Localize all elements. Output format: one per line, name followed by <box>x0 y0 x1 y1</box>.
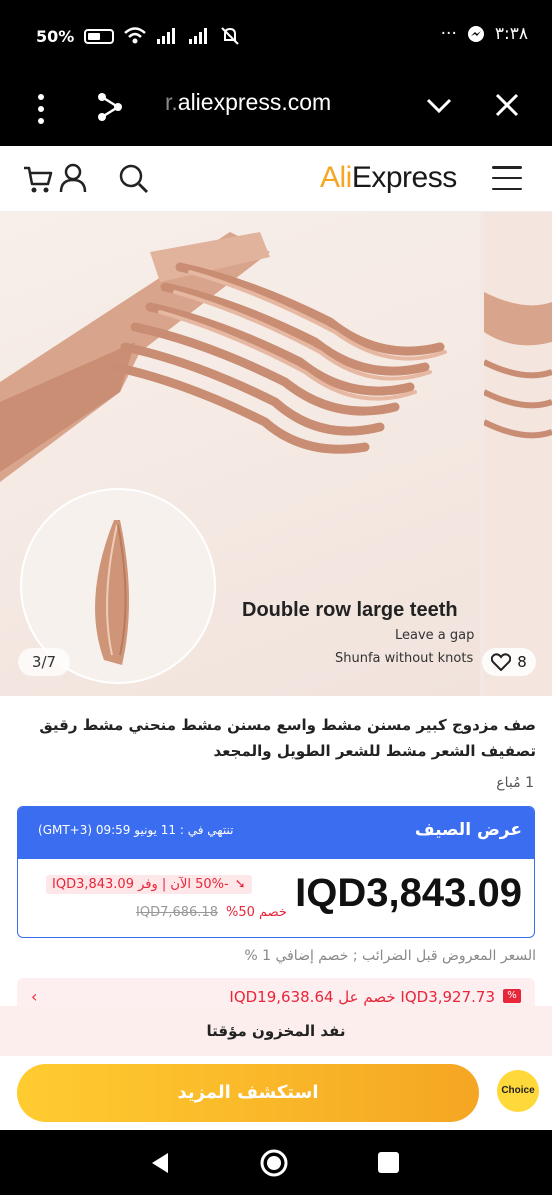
battery-percent: 50% <box>36 26 75 46</box>
original-price-row: خصم 50% IQD7,686.18 <box>136 905 287 920</box>
coupon-tag-icon: % <box>503 989 521 1003</box>
bottom-action-bar: استكشف المزيد Choice <box>0 1056 552 1130</box>
deal-name: عرض الصيف <box>414 820 522 840</box>
product-title: صف مزدوج كبير مسنن مشط واسع مسنن مشط منح… <box>39 716 536 760</box>
messenger-icon <box>467 26 484 42</box>
more-notifications: ··· <box>440 24 457 44</box>
savings-badge: ➘ -50% الآن | وفر IQD3,843.09 <box>46 875 252 894</box>
mute-bell-icon <box>221 27 240 45</box>
comb-image-next <box>484 292 552 439</box>
original-price: IQD7,686.18 <box>136 905 218 920</box>
status-right: ··· ٣:٣٨ <box>441 24 528 44</box>
logo-suffix: Express <box>351 161 457 194</box>
recent-apps-icon[interactable] <box>378 1152 399 1173</box>
url-field[interactable]: r.aliexpress.com <box>165 89 331 116</box>
savings-text: -50% الآن | وفر IQD3,843.09 <box>52 877 229 892</box>
current-price: IQD3,843.09 <box>295 871 522 915</box>
home-icon[interactable] <box>259 1148 289 1178</box>
url-text: aliexpress.com <box>177 89 332 115</box>
status-bar: 50% ··· ٣:٣٨ <box>0 0 552 76</box>
aliexpress-logo[interactable]: AliExpress <box>320 161 457 195</box>
search-icon[interactable] <box>118 163 150 195</box>
share-icon[interactable] <box>95 90 125 124</box>
explore-more-button[interactable]: استكشف المزيد <box>17 1064 479 1122</box>
tax-note: السعر المعروض قبل الضرائب ; خصم إضافي 1 … <box>244 948 536 964</box>
discount-label: خصم 50% <box>225 905 287 920</box>
chevron-down-icon[interactable] <box>425 96 453 116</box>
signal-icon <box>157 28 176 44</box>
next-gallery-image[interactable] <box>484 212 552 696</box>
out-of-stock-banner: نفد المخزون مؤقتا <box>0 1006 552 1056</box>
browser-toolbar: r.aliexpress.com <box>0 76 552 146</box>
back-icon[interactable] <box>150 1152 170 1174</box>
system-nav-bar <box>0 1130 552 1195</box>
wifi-icon <box>124 27 147 44</box>
url-prefix: r. <box>165 89 178 115</box>
site-header: AliExpress <box>0 146 552 212</box>
product-gallery[interactable]: Double row large teeth Leave a gap Shunf… <box>0 212 552 696</box>
battery-icon <box>84 28 115 44</box>
choice-badge[interactable]: Choice <box>497 1070 539 1112</box>
caption-line-1: Leave a gap <box>395 628 475 643</box>
down-arrow-icon: ➘ <box>234 877 246 892</box>
logo-prefix: Ali <box>320 161 352 194</box>
cart-icon[interactable] <box>22 164 54 194</box>
close-icon[interactable] <box>494 92 520 118</box>
coupon-text: IQD3,927.73 خصم عل IQD19,638.64 <box>229 988 495 1006</box>
caption-title: Double row large teeth <box>242 599 458 621</box>
wishlist-button[interactable]: 8 <box>482 648 536 676</box>
wishlist-count: 8 <box>517 653 527 671</box>
sold-count: 1 مُباع <box>496 775 534 791</box>
out-of-stock-text: نفد المخزون مؤقتا <box>206 1022 346 1040</box>
heart-icon <box>491 653 512 671</box>
chevron-left-icon: ‹ <box>31 987 38 1006</box>
hamburger-menu-icon[interactable] <box>492 166 522 190</box>
summer-deal-box: عرض الصيف تنتهي في : 11 يونيو 09:59 (GMT… <box>17 806 535 938</box>
image-counter: 3/7 <box>18 648 70 676</box>
caption-line-2: Shunfa without knots <box>335 651 474 666</box>
status-left: 50% <box>36 26 240 46</box>
kebab-menu-icon[interactable] <box>37 94 45 124</box>
deal-header: عرض الصيف تنتهي في : 11 يونيو 09:59 (GMT… <box>18 807 534 859</box>
clock: ٣:٣٨ <box>494 24 528 44</box>
gallery-image[interactable]: Double row large teeth Leave a gap Shunf… <box>0 212 480 696</box>
signal-icon-2 <box>189 28 208 44</box>
user-icon[interactable] <box>58 163 88 193</box>
deal-ends: تنتهي في : 11 يونيو 09:59 (GMT+3) <box>38 823 234 837</box>
